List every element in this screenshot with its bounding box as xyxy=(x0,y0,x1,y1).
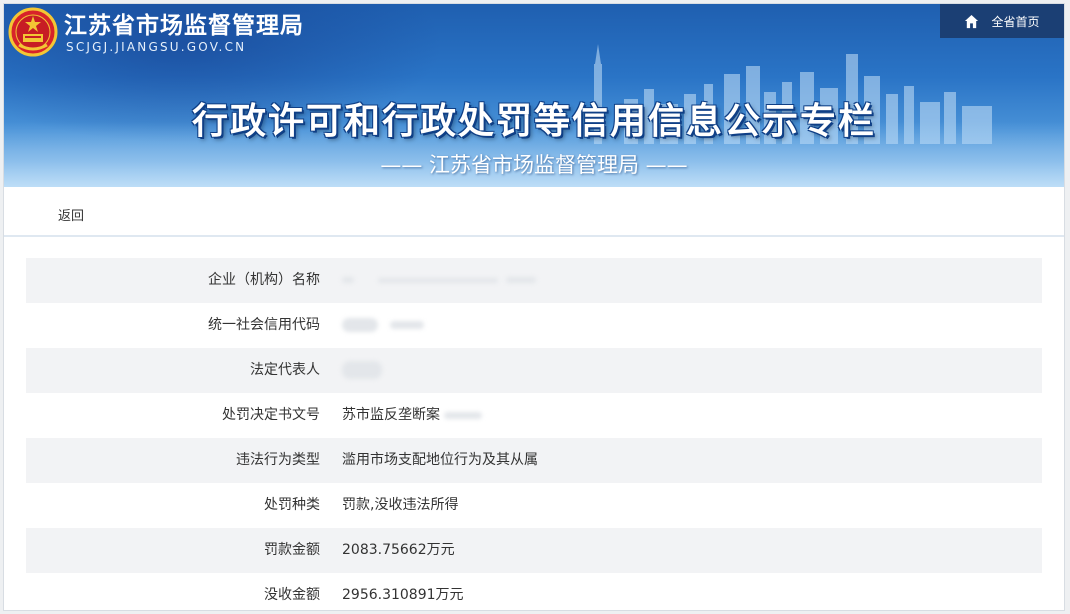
record-value: 2956.310891万元 xyxy=(342,587,464,603)
banner-title: 行政许可和行政处罚等信用信息公示专栏 xyxy=(191,101,876,142)
record-label: 法定代表人 xyxy=(250,362,320,378)
record-row-confiscation-amount: 没收金额 2956.310891万元 xyxy=(26,573,1042,610)
header-banner: 江苏省市场监督管理局 SCJGJ.JIANGSU.GOV.CN 全省首页 行政许… xyxy=(4,4,1064,187)
record-row-fine-amount: 罚款金额 2083.75662万元 xyxy=(26,528,1042,573)
record-row-violation-type: 违法行为类型 滥用市场支配地位行为及其从属 xyxy=(26,438,1042,483)
record-label: 企业（机构）名称 xyxy=(208,272,320,288)
site-name: 江苏省市场监督管理局 xyxy=(64,13,304,39)
record-table: 企业（机构）名称 统一社会信用代码 法定代表人 处罚决定书文号 苏市监反垄断案 … xyxy=(26,258,1042,610)
record-label: 没收金额 xyxy=(264,587,320,603)
record-value: 罚款,没收违法所得 xyxy=(342,497,459,513)
record-label: 统一社会信用代码 xyxy=(208,317,320,333)
record-row-company: 企业（机构）名称 xyxy=(26,258,1042,303)
back-link[interactable]: 返回 xyxy=(58,205,84,224)
record-value: 滥用市场支配地位行为及其从属 xyxy=(342,452,538,468)
record-label: 违法行为类型 xyxy=(236,452,320,468)
home-label: 全省首页 xyxy=(991,14,1040,29)
record-row-penalty-type: 处罚种类 罚款,没收违法所得 xyxy=(26,483,1042,528)
back-bar: 返回 xyxy=(4,187,1064,237)
record-value-redacted xyxy=(342,303,424,348)
record-value: 2083.75662万元 xyxy=(342,542,455,558)
record-label: 处罚种类 xyxy=(264,497,320,513)
home-icon xyxy=(965,14,979,28)
record-row-credit-code: 统一社会信用代码 xyxy=(26,303,1042,348)
record-value-redacted xyxy=(342,258,536,303)
site-url: SCJGJ.JIANGSU.GOV.CN xyxy=(66,40,247,54)
page-frame: 江苏省市场监督管理局 SCJGJ.JIANGSU.GOV.CN 全省首页 行政许… xyxy=(4,4,1064,610)
record-value-redacted xyxy=(342,348,382,393)
record-row-legal-rep: 法定代表人 xyxy=(26,348,1042,393)
record-value: 苏市监反垄断案 xyxy=(342,393,482,438)
record-row-decision-no: 处罚决定书文号 苏市监反垄断案 xyxy=(26,393,1042,438)
national-emblem-icon xyxy=(8,7,58,57)
record-label: 罚款金额 xyxy=(264,542,320,558)
home-button[interactable]: 全省首页 xyxy=(940,4,1064,38)
banner-subtitle: —— 江苏省市场监督管理局 —— xyxy=(380,153,688,177)
record-label: 处罚决定书文号 xyxy=(222,407,320,423)
